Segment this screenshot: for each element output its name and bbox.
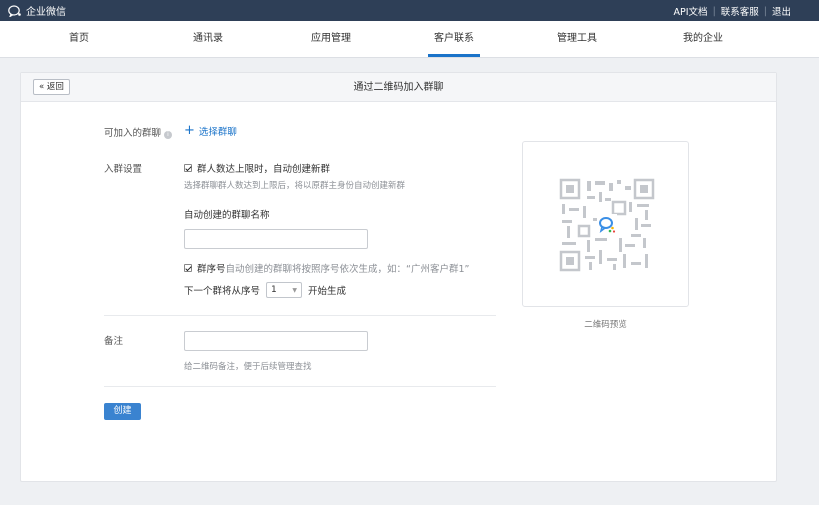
plus-icon: +	[184, 123, 195, 138]
nav-my-enterprise[interactable]: 我的企业	[663, 21, 743, 57]
card-header: 通过二维码加入群聊 « 返回	[21, 73, 776, 102]
qr-code-image	[559, 178, 655, 272]
contact-support-link[interactable]: 联系客服	[721, 4, 759, 18]
seq-suffix: 开始生成	[308, 286, 347, 297]
brand[interactable]: 企业微信	[8, 3, 66, 18]
seq-checkbox-strong: 群序号	[197, 264, 226, 275]
auto-create-option[interactable]: 群人数达上限时，自动创建新群	[184, 161, 330, 175]
brand-name: 企业微信	[26, 7, 66, 18]
nav-customer-contact[interactable]: 客户联系	[414, 21, 494, 57]
top-links: API文档 | 联系客服 | 退出	[674, 4, 791, 19]
nav-apps[interactable]: 应用管理	[291, 21, 371, 57]
info-icon[interactable]: i	[164, 131, 173, 139]
main-nav: 首页 通讯录 应用管理 客户联系 管理工具 我的企业	[0, 21, 819, 58]
qrcode-join-card: 通过二维码加入群聊 « 返回 可加入的群聊 i + 选择群聊 入群设置 群人数达上…	[20, 72, 777, 482]
seq-checkbox-desc: 自动创建的群聊将按照序号依次生成，如：“广州客户群1”	[225, 264, 470, 275]
seq-start-row: 下一个群将从序号 1 ▼ 开始生成	[184, 282, 346, 298]
remark-hint: 给二维码备注，便于后续管理查找	[184, 362, 312, 372]
remark-input[interactable]	[184, 331, 368, 351]
select-group-label: 选择群聊	[198, 127, 237, 138]
auto-name-label: 自动创建的群聊名称	[184, 210, 270, 221]
joinable-groups-text: 可加入的群聊	[104, 128, 162, 139]
remark-label: 备注	[104, 336, 124, 347]
qr-preview-caption: 二维码预览	[584, 320, 627, 330]
qr-preview-box	[522, 141, 689, 307]
auto-create-hint: 选择群聊群人数达到上限后，将以原群主身份自动创建新群	[184, 181, 406, 191]
page-title: 通过二维码加入群聊	[353, 82, 444, 93]
seq-prefix: 下一个群将从序号	[184, 286, 261, 297]
link-separator: |	[712, 5, 716, 17]
seq-checkbox[interactable]	[184, 264, 192, 272]
nav-tools[interactable]: 管理工具	[537, 21, 617, 57]
logout-link[interactable]: 退出	[772, 4, 791, 18]
chevron-down-icon: ▼	[292, 286, 298, 294]
auto-create-checkbox[interactable]	[184, 164, 192, 172]
seq-start-value: 1	[271, 285, 277, 295]
link-separator: |	[763, 5, 767, 17]
joinable-groups-label: 可加入的群聊 i	[104, 125, 173, 139]
wecom-logo-icon	[8, 4, 21, 17]
nav-contacts[interactable]: 通讯录	[168, 21, 248, 57]
back-button[interactable]: « 返回	[33, 79, 70, 95]
auto-create-text: 群人数达上限时，自动创建新群	[197, 164, 331, 175]
nav-home[interactable]: 首页	[39, 21, 119, 57]
auto-name-input[interactable]	[184, 229, 368, 249]
api-docs-link[interactable]: API文档	[674, 4, 708, 18]
section-divider	[104, 315, 496, 316]
group-settings-label: 入群设置	[104, 164, 143, 175]
top-bar: 企业微信 API文档 | 联系客服 | 退出	[0, 0, 819, 21]
section-divider	[104, 386, 496, 387]
seq-option[interactable]: 群序号 自动创建的群聊将按照序号依次生成，如：“广州客户群1”	[184, 261, 469, 275]
seq-start-select[interactable]: 1 ▼	[266, 282, 303, 298]
create-button[interactable]: 创建	[104, 403, 141, 420]
select-group-button[interactable]: + 选择群聊	[184, 124, 237, 138]
wecom-center-icon	[597, 214, 617, 234]
